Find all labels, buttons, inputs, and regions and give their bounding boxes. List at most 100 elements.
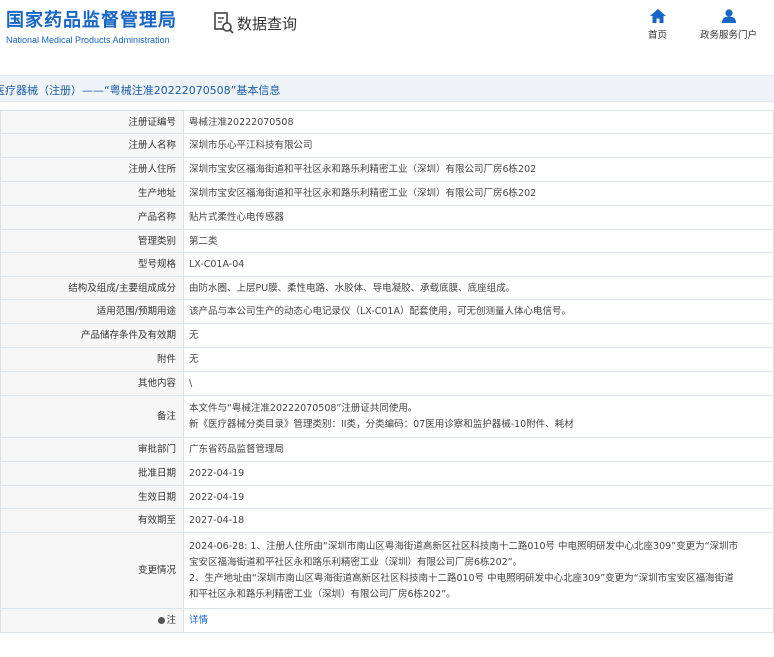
field-label-text: 适用范围/预期用途 [96, 306, 176, 317]
field-value-line: 本文件与“粤械注准20222070508”注册证共同使用。 [189, 402, 418, 414]
info-row: 附件 无 [0, 347, 774, 372]
field-value-line: 2、生产地址由“深圳市南山区粤海街道高新区社区科技南十二路010号 中电照明研发… [189, 572, 734, 584]
info-row: 有效期至 2027-04-18 [0, 508, 774, 533]
data-query-label: 数据查询 [237, 14, 298, 33]
registration-info-table: 注册证编号 粤械注准20222070508 注册人名称 深圳市乐心平江科技有限公司 注册… [0, 110, 774, 633]
field-value: 本文件与“粤械注准20222070508”注册证共同使用。新《医疗器械分类目录》… [183, 395, 774, 438]
field-label: 其他内容 [0, 371, 184, 396]
field-value-text: 深圳市乐心平江科技有限公司 [189, 140, 313, 151]
field-value: 无 [183, 347, 774, 372]
nav-service-portal-label: 政务服务门户 [700, 30, 758, 41]
field-label: 注册人住所 [0, 157, 184, 182]
field-label: 生产地址 [0, 181, 184, 206]
field-label: 产品名称 [0, 205, 184, 230]
field-value: 2027-04-18 [183, 508, 774, 533]
field-label: 生效日期 [0, 485, 184, 509]
field-value-text: 无 [189, 354, 199, 365]
field-value-text: 由防水圈、上层PU膜、柔性电路、水胶体、导电凝胶、承载底膜、底座组成。 [189, 282, 516, 294]
field-value: 2022-04-19 [183, 485, 774, 509]
info-row: 产品名称 贴片式柔性心电传感器 [0, 205, 774, 230]
info-row: 管理类别 第二类 [0, 229, 774, 253]
field-label: 批准日期 [0, 461, 184, 486]
field-value: 无 [183, 323, 774, 348]
field-label-text: 附件 [156, 354, 176, 365]
field-label-text: 注 [166, 615, 176, 626]
info-row: 注 详情 [0, 608, 774, 633]
field-value-text: \ [189, 378, 193, 389]
field-value: 深圳市宝安区福海街道和平社区永和路乐利精密工业（深圳）有限公司厂房6栋202 [183, 157, 774, 182]
document-search-icon [213, 11, 235, 35]
nav-home[interactable]: 首页 [648, 8, 667, 41]
site-logo[interactable]: 国家药品监督管理局 National Medical Products Admi… [6, 6, 177, 45]
field-value-line: 新《医疗器械分类目录》管理类别：II类，分类编码：07医用诊察和监护器械-10附… [189, 418, 574, 430]
field-label-text: 型号规格 [137, 259, 176, 270]
field-label: 备注 [0, 395, 184, 438]
info-row: 注册人住所 深圳市宝安区福海街道和平社区永和路乐利精密工业（深圳）有限公司厂房6栋… [0, 157, 774, 182]
info-row: 其他内容 \ [0, 371, 774, 396]
field-value: 详情 [183, 608, 774, 633]
info-row: 产品储存条件及有效期 无 [0, 323, 774, 348]
record-title: 医疗器械（注册）——“粤械注准20222070508”基本信息 [0, 84, 281, 97]
info-row: 注册人名称 深圳市乐心平江科技有限公司 [0, 133, 774, 158]
field-value: 深圳市宝安区福海街道和平社区永和路乐利精密工业（深圳）有限公司厂房6栋202 [183, 181, 774, 206]
info-row: 注册证编号 粤械注准20222070508 [0, 110, 774, 134]
field-value-text: LX-C01A-04 [189, 259, 245, 270]
field-value-line: 和平社区永和路乐利精密工业（深圳）有限公司厂房6栋202”。 [189, 588, 456, 600]
home-icon [649, 8, 666, 23]
user-icon [721, 8, 737, 23]
info-row: 结构及组成/主要组成成分 由防水圈、上层PU膜、柔性电路、水胶体、导电凝胶、承载底… [0, 276, 774, 300]
org-name-en: National Medical Products Administration [6, 35, 170, 45]
field-value: 2022-04-19 [183, 461, 774, 486]
info-row: 变更情况 2024-06-28: 1、注册人住所由“深圳市南山区粤海街道高新区社区… [0, 532, 774, 609]
field-value-text: 无 [189, 330, 199, 341]
field-value-text: 深圳市宝安区福海街道和平社区永和路乐利精密工业（深圳）有限公司厂房6栋202 [189, 188, 537, 199]
field-label: 注册证编号 [0, 110, 184, 134]
info-row: 生效日期 2022-04-19 [0, 485, 774, 509]
field-value: LX-C01A-04 [183, 252, 774, 277]
field-label-text: 注册人名称 [128, 140, 176, 151]
field-value: \ [183, 371, 774, 396]
field-value-text: 粤械注准20222070508 [189, 116, 294, 128]
field-label-text: 审批部门 [137, 444, 176, 455]
field-label-text: 注册人住所 [128, 164, 176, 175]
field-value: 粤械注准20222070508 [183, 110, 774, 134]
field-value: 该产品与本公司生产的动态心电记录仪（LX-C01A）配套使用，可无创测量人体心电… [183, 299, 774, 324]
field-label-text: 其他内容 [137, 378, 176, 389]
field-label-text: 批准日期 [137, 468, 176, 479]
site-header: 国家药品监督管理局 National Medical Products Admi… [0, 0, 774, 62]
field-label-text: 结构及组成/主要组成成分 [68, 282, 176, 294]
details-link[interactable]: 详情 [189, 615, 208, 626]
field-value-line: 2024-06-28: 1、注册人住所由“深圳市南山区粤海街道高新区社区科技南十… [189, 540, 739, 552]
field-value: 贴片式柔性心电传感器 [183, 205, 774, 230]
nav-home-label: 首页 [648, 30, 668, 41]
info-row: 批准日期 2022-04-19 [0, 461, 774, 486]
field-value: 广东省药品监督管理局 [183, 437, 774, 462]
info-row: 备注 本文件与“粤械注准20222070508”注册证共同使用。新《医疗器械分类目… [0, 395, 774, 438]
info-row: 型号规格 LX-C01A-04 [0, 252, 774, 277]
field-value-text: 贴片式柔性心电传感器 [189, 212, 285, 223]
info-row: 生产地址 深圳市宝安区福海街道和平社区永和路乐利精密工业（深圳）有限公司厂房6栋2… [0, 181, 774, 206]
field-label-text: 管理类别 [137, 235, 176, 247]
field-value-text: 该产品与本公司生产的动态心电记录仪（LX-C01A）配套使用，可无创测量人体心电… [189, 306, 571, 317]
field-value-text: 第二类 [189, 235, 218, 247]
field-value-line: 宝安区福海街道和平社区永和路乐利精密工业（深圳）有限公司厂房6栋202”。 [189, 556, 523, 568]
field-label-text: 变更情况 [137, 565, 176, 576]
field-label: 附件 [0, 347, 184, 372]
nav-service-portal[interactable]: 政务服务门户 [700, 8, 757, 41]
field-value-text: 2022-04-19 [189, 491, 245, 503]
field-label: 产品储存条件及有效期 [0, 323, 184, 348]
field-label-text: 注册证编号 [128, 116, 176, 128]
record-title-bar: 医疗器械（注册）——“粤械注准20222070508”基本信息 [0, 75, 774, 102]
field-label-text: 有效期至 [137, 515, 176, 526]
field-value-text: 深圳市宝安区福海街道和平社区永和路乐利精密工业（深圳）有限公司厂房6栋202 [189, 164, 537, 175]
field-label: 注 [0, 608, 184, 633]
field-label: 变更情况 [0, 532, 184, 609]
info-row: 审批部门 广东省药品监督管理局 [0, 437, 774, 462]
field-value: 2024-06-28: 1、注册人住所由“深圳市南山区粤海街道高新区社区科技南十… [183, 532, 774, 609]
field-value: 深圳市乐心平江科技有限公司 [183, 133, 774, 158]
field-label: 适用范围/预期用途 [0, 299, 184, 324]
field-label: 有效期至 [0, 508, 184, 533]
field-value: 第二类 [183, 229, 774, 253]
field-label: 注册人名称 [0, 133, 184, 158]
data-query-title: 数据查询 [213, 11, 297, 35]
